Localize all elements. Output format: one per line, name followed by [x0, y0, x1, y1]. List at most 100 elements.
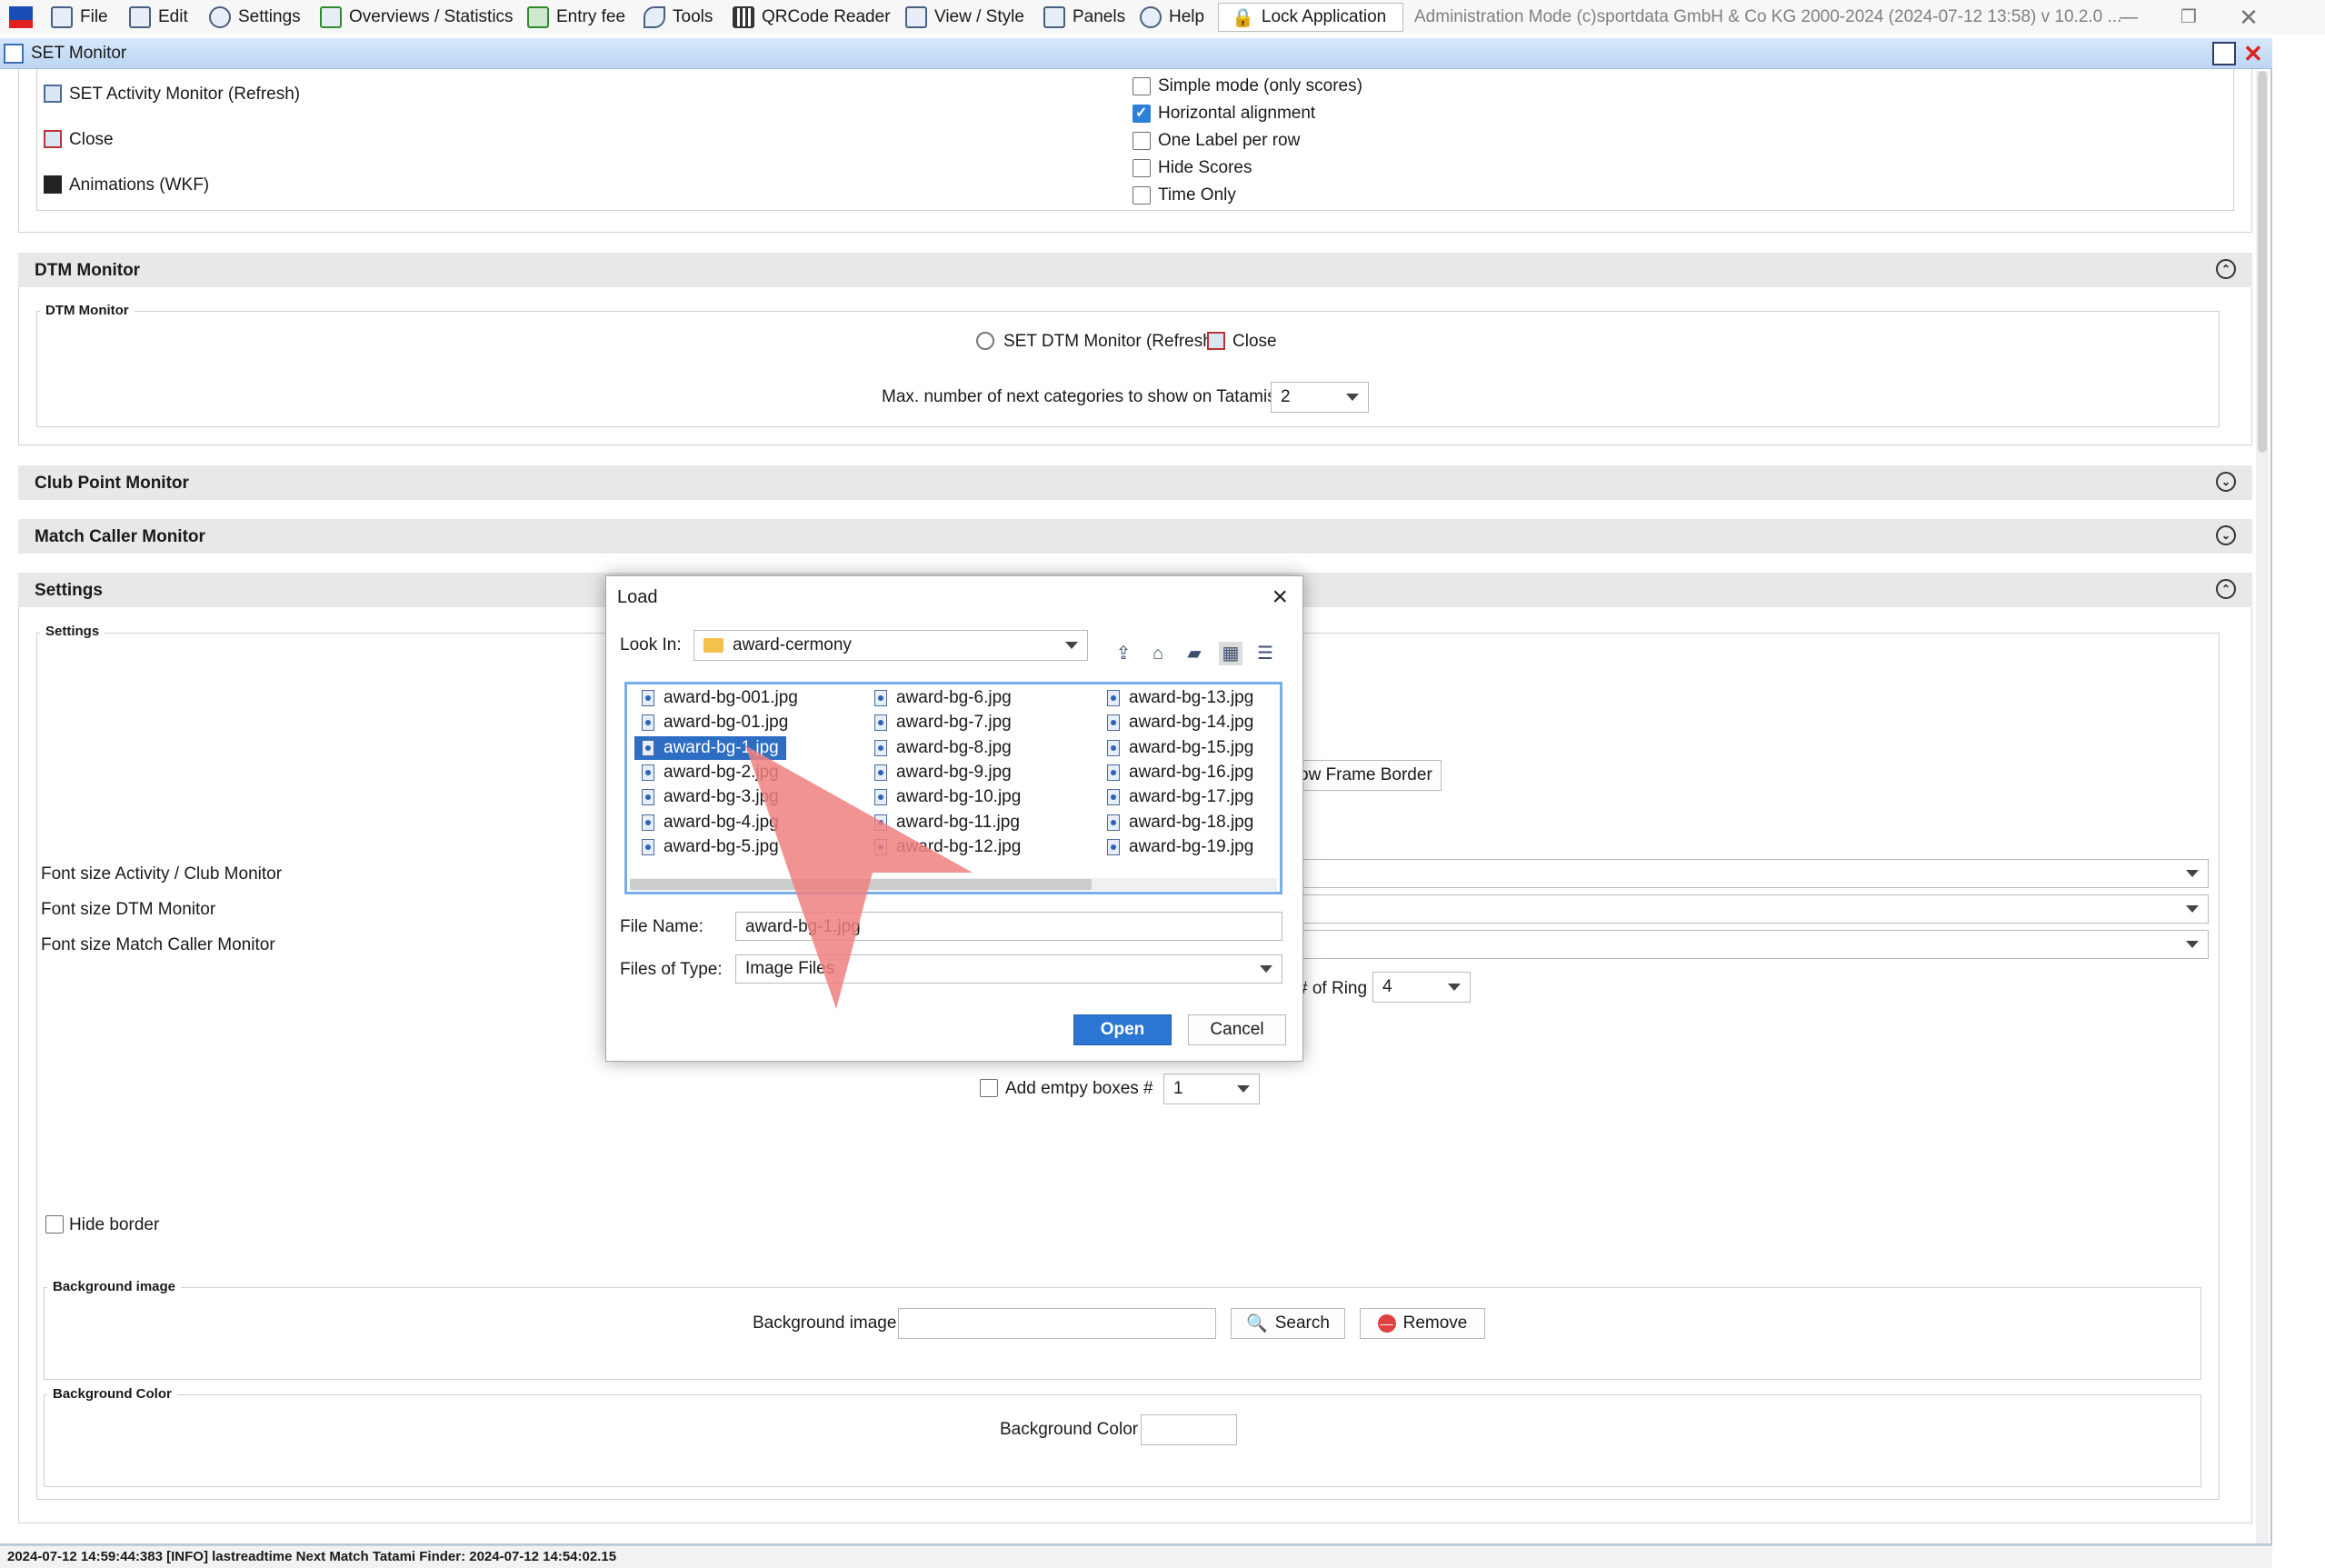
close-window-icon	[1207, 332, 1225, 350]
frame-close-icon[interactable]: ✕	[2243, 40, 2263, 68]
horizontal-alignment-checkbox[interactable]	[1133, 104, 1151, 123]
image-file-icon	[1107, 838, 1120, 855]
club-point-monitor-header[interactable]: Club Point Monitor ⌄	[18, 465, 2252, 500]
image-file-icon	[642, 739, 654, 756]
hide-border-label: Hide border	[69, 1215, 160, 1234]
menu-settings[interactable]: Settings	[209, 5, 301, 30]
background-color-swatch[interactable]	[1141, 1414, 1237, 1445]
match-caller-monitor-header[interactable]: Match Caller Monitor ⌄	[18, 519, 2252, 554]
add-empty-boxes-hash: #	[1143, 1079, 1153, 1098]
list-view-icon[interactable]: ☰	[1253, 642, 1277, 665]
file-list-item[interactable]: award-bg-14.jpg	[1100, 711, 1261, 734]
simple-mode-label: Simple mode (only scores)	[1158, 76, 1362, 95]
ring-count-select[interactable]: 4	[1372, 972, 1471, 1003]
menu-panels[interactable]: Panels	[1043, 5, 1125, 30]
file-list-item[interactable]: award-bg-17.jpg	[1100, 785, 1261, 809]
menu-edit[interactable]: Edit	[129, 5, 188, 30]
file-list-item[interactable]: award-bg-19.jpg	[1100, 835, 1261, 859]
menu-help[interactable]: Help	[1140, 5, 1204, 30]
window-close-icon[interactable]: ✕	[2230, 4, 2267, 31]
dtm-monitor-title: DTM Monitor	[35, 261, 141, 280]
menu-file[interactable]: File	[51, 5, 108, 30]
empty-boxes-select[interactable]: 1	[1163, 1074, 1260, 1104]
lock-application-button[interactable]: 🔒 Lock Application	[1218, 3, 1403, 32]
open-button-label: Open	[1100, 1020, 1145, 1039]
font-size-dtm-select[interactable]	[1291, 894, 2209, 924]
ring-count-value: 4	[1382, 977, 1392, 996]
look-in-select[interactable]: award-cermony	[694, 630, 1088, 661]
dtm-monitor-header[interactable]: DTM Monitor ⌃	[18, 253, 2252, 287]
dialog-close-icon[interactable]: ×	[1272, 582, 1288, 613]
one-label-per-row-label: One Label per row	[1158, 131, 1301, 150]
search-button-label: Search	[1274, 1313, 1330, 1333]
image-file-icon	[1107, 714, 1120, 732]
file-list-item[interactable]: award-bg-6.jpg	[867, 686, 1019, 710]
expand-down-icon[interactable]: ⌄	[2216, 472, 2236, 492]
home-icon[interactable]: ⌂	[1146, 642, 1170, 665]
money-icon	[527, 6, 549, 28]
app-logo-icon	[9, 6, 33, 28]
add-empty-boxes-checkbox[interactable]	[980, 1079, 998, 1097]
menu-entry-fee[interactable]: Entry fee	[527, 5, 625, 30]
collapse-up-icon[interactable]: ⌃	[2216, 259, 2236, 279]
open-button[interactable]: Open	[1073, 1014, 1172, 1045]
up-folder-icon[interactable]: ⇪	[1112, 642, 1135, 665]
time-only-checkbox[interactable]	[1133, 186, 1151, 205]
activity-monitor-close-link[interactable]: Close	[69, 130, 114, 150]
dtm-monitor-refresh-link[interactable]: SET DTM Monitor (Refresh)	[1003, 332, 1218, 352]
minimize-icon[interactable]: —	[2110, 4, 2147, 31]
cancel-button[interactable]: Cancel	[1188, 1014, 1286, 1045]
edit-icon	[129, 6, 151, 28]
file-list-item[interactable]: award-bg-18.jpg	[1100, 811, 1261, 834]
menu-tools[interactable]: Tools	[644, 5, 713, 30]
chevron-down-icon	[1346, 394, 1359, 401]
next-categories-select[interactable]: 2	[1271, 382, 1369, 413]
file-list-item[interactable]: award-bg-01.jpg	[634, 711, 795, 734]
animations-wkf-link[interactable]: Animations (WKF)	[69, 175, 209, 195]
look-in-label: Look In:	[620, 635, 682, 654]
file-list-item[interactable]: award-bg-16.jpg	[1100, 761, 1261, 784]
background-image-label: Background image	[753, 1313, 897, 1333]
vertical-scrollbar-thumb[interactable]	[2258, 71, 2267, 453]
dtm-monitor-close-link[interactable]: Close	[1232, 332, 1277, 352]
lock-application-label: Lock Application	[1261, 7, 1387, 26]
font-size-caller-select[interactable]	[1291, 930, 2209, 959]
menu-view-style-label: View / Style	[934, 7, 1024, 26]
simple-mode-checkbox[interactable]	[1133, 77, 1151, 95]
search-button[interactable]: 🔍 Search	[1231, 1308, 1345, 1339]
menu-overviews[interactable]: Overviews / Statistics	[320, 5, 514, 30]
hide-border-checkbox[interactable]	[45, 1215, 64, 1233]
remove-button[interactable]: — Remove	[1360, 1308, 1485, 1339]
new-folder-icon[interactable]: ▰	[1182, 642, 1206, 665]
collapse-up-icon[interactable]: ⌃	[2216, 579, 2236, 599]
monitor-refresh-icon	[44, 85, 62, 103]
hide-scores-checkbox[interactable]	[1133, 159, 1151, 177]
menu-tools-label: Tools	[673, 7, 713, 26]
remove-button-label: Remove	[1402, 1313, 1468, 1333]
activity-monitor-refresh-link[interactable]: SET Activity Monitor (Refresh)	[69, 85, 300, 105]
restore-icon[interactable]: ❐	[2170, 4, 2207, 31]
frame-title: SET Monitor	[31, 44, 127, 63]
file-list-item[interactable]: award-bg-15.jpg	[1100, 736, 1261, 760]
show-frame-border-label: ow Frame Border	[1299, 765, 1432, 784]
image-file-icon	[874, 714, 887, 732]
lock-icon: 🔒	[1232, 7, 1254, 28]
menu-qrcode[interactable]: QRCode Reader	[733, 5, 891, 30]
file-list-item[interactable]: award-bg-001.jpg	[634, 686, 805, 710]
font-size-activity-select[interactable]	[1291, 859, 2209, 888]
menu-view-style[interactable]: View / Style	[905, 5, 1024, 30]
image-file-icon	[642, 838, 654, 855]
file-name-text: award-bg-14.jpg	[1129, 713, 1254, 733]
empty-boxes-value: 1	[1173, 1079, 1183, 1098]
background-color-group-label: Background Color	[47, 1386, 177, 1402]
frame-restore-icon[interactable]	[2212, 42, 2236, 65]
file-list-item[interactable]: award-bg-7.jpg	[867, 711, 1019, 734]
show-frame-border-button[interactable]: ow Frame Border	[1282, 760, 1442, 791]
grid-view-icon[interactable]: ▦	[1219, 642, 1242, 665]
file-list-item[interactable]: award-bg-13.jpg	[1100, 686, 1261, 710]
animation-icon	[44, 175, 62, 194]
one-label-per-row-checkbox[interactable]	[1133, 132, 1151, 150]
status-text: 2024-07-12 14:59:44:383 [INFO] lastreadt…	[7, 1549, 617, 1564]
background-image-field[interactable]	[898, 1308, 1216, 1339]
expand-down-icon[interactable]: ⌄	[2216, 525, 2236, 545]
